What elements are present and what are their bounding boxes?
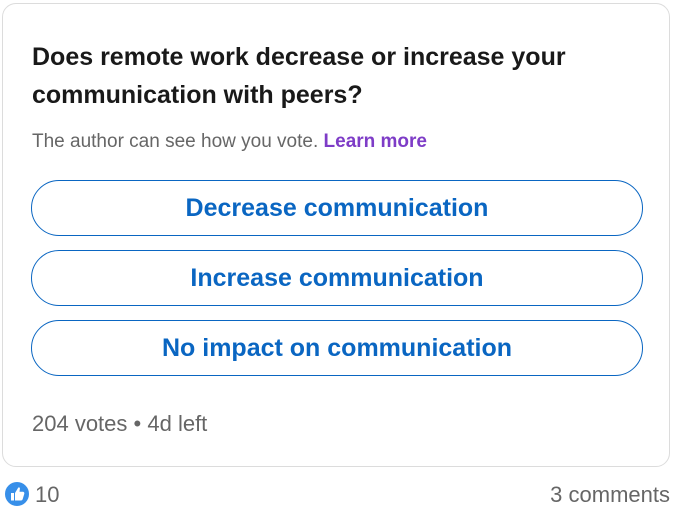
poll-option-decrease[interactable]: Decrease communication (31, 180, 643, 236)
reaction-count[interactable]: 10 (35, 480, 59, 510)
meta-separator: • (133, 411, 142, 436)
poll-post: Does remote work decrease or increase yo… (0, 0, 676, 511)
poll-option-increase[interactable]: Increase communication (31, 250, 643, 306)
poll-card: Does remote work decrease or increase yo… (2, 3, 670, 467)
privacy-note-text: The author can see how you vote. (32, 131, 319, 152)
like-icon[interactable] (4, 481, 30, 507)
poll-question: Does remote work decrease or increase yo… (32, 43, 566, 109)
like-icon-graphic (4, 481, 30, 507)
time-left: 4d left (147, 411, 208, 436)
comments-count-link[interactable]: 3 comments (550, 480, 670, 510)
vote-count: 204 votes (32, 411, 128, 436)
poll-meta: 204 votes • 4d left (32, 409, 207, 439)
social-counts-bar: 10 3 comments (0, 478, 676, 510)
poll-option-no-impact[interactable]: No impact on communication (31, 320, 643, 376)
poll-privacy-note: The author can see how you vote. Learn m… (32, 128, 427, 156)
learn-more-link[interactable]: Learn more (324, 131, 427, 152)
